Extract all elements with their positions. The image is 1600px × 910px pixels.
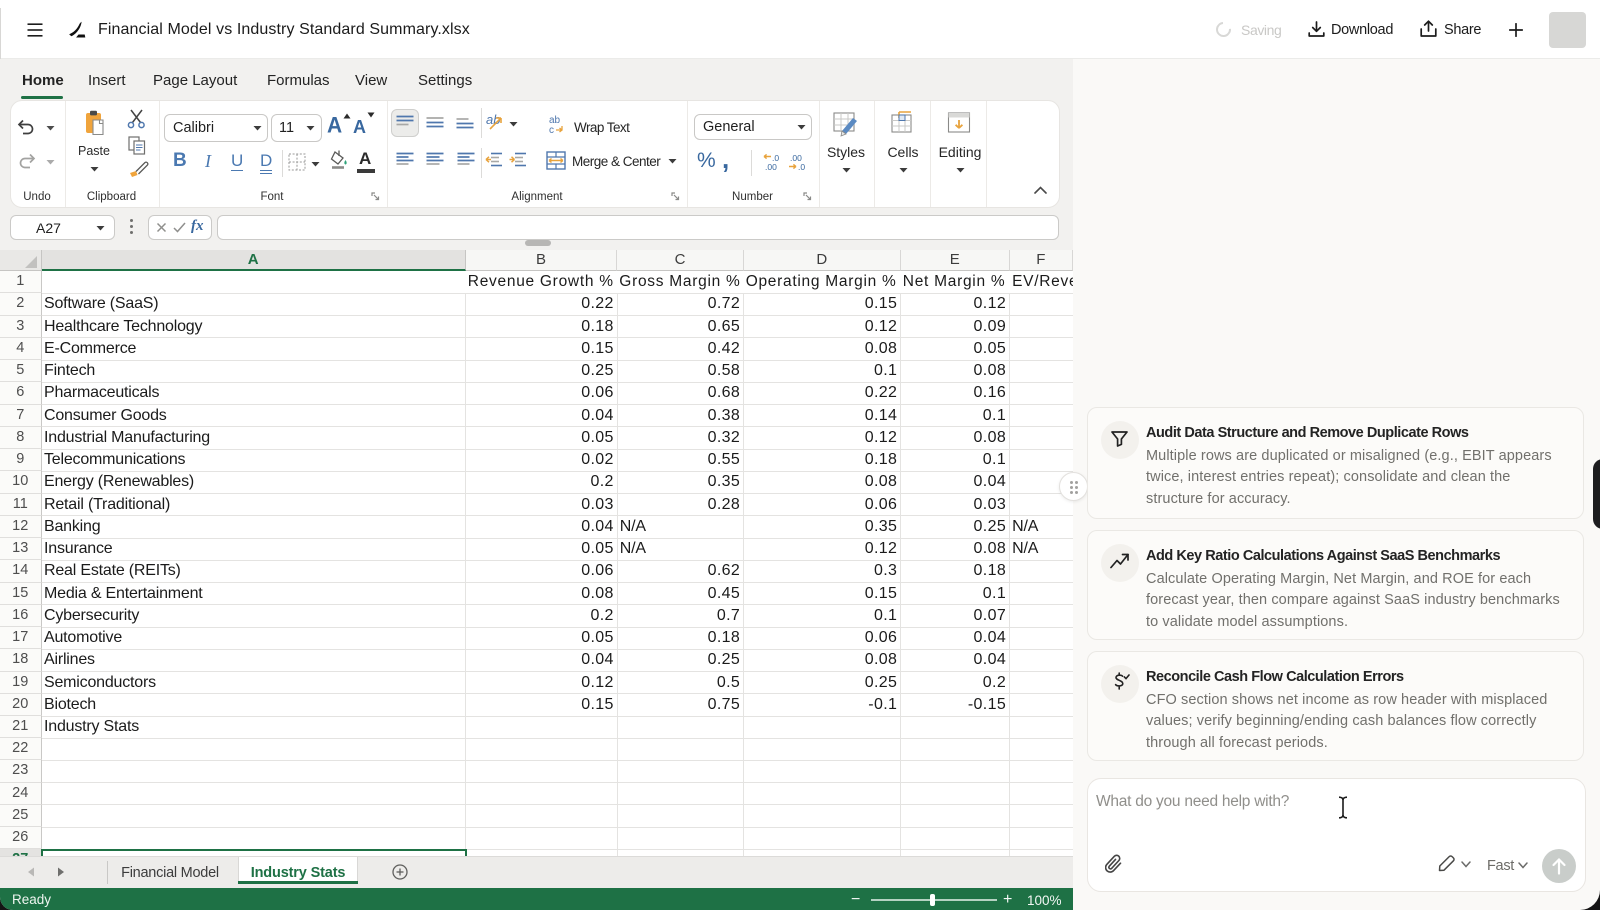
svg-text:c: c [549, 125, 554, 134]
svg-text:.00: .00 [765, 162, 777, 171]
svg-text:.0: .0 [798, 162, 805, 171]
